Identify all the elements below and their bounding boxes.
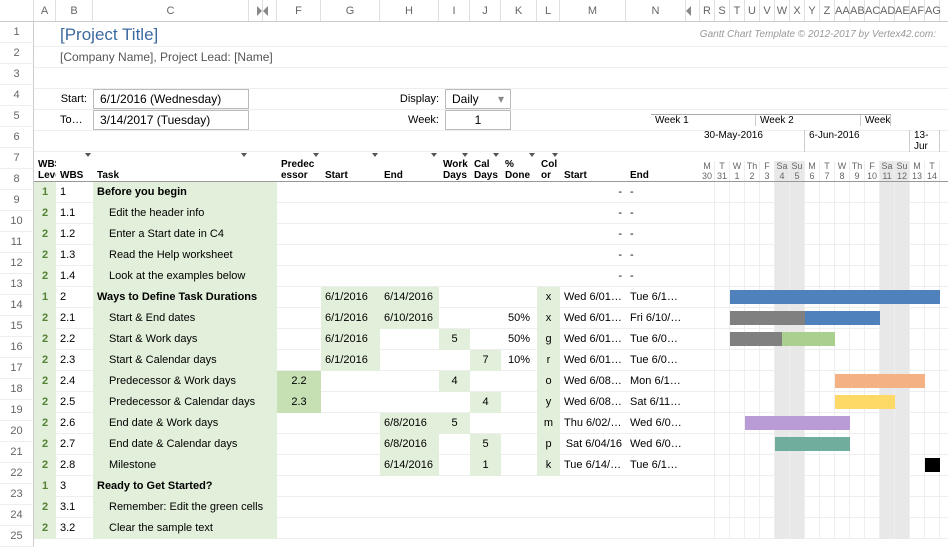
row-numbers: 1234567891011121314151617181920212223242… xyxy=(0,22,34,547)
task-row[interactable]: 21.4Look at the examples below-- xyxy=(34,266,948,287)
task-row[interactable]: 22.1Start & End dates6/1/20166/10/201650… xyxy=(34,308,948,329)
task-row[interactable]: 21.3Read the Help worksheet-- xyxy=(34,245,948,266)
column-headers: ABCFGHIJKLMNRSTUVWXYZAAABACADAEAFAG xyxy=(0,0,948,22)
task-row[interactable]: 11Before you begin-- xyxy=(34,182,948,203)
task-row[interactable]: 22.3Start & Calendar days6/1/2016710%rWe… xyxy=(34,350,948,371)
task-row[interactable]: 21.2Enter a Start date in C4-- xyxy=(34,224,948,245)
display-dropdown[interactable]: Daily▾ xyxy=(445,89,511,109)
start-date-input[interactable]: 6/1/2016 (Wednesday) xyxy=(93,89,249,109)
task-row[interactable]: 22.8Milestone6/14/20161kTue 6/14/16Tue 6… xyxy=(34,455,948,476)
task-row[interactable]: 22.5Predecessor & Calendar days2.34yWed … xyxy=(34,392,948,413)
task-row[interactable]: 22.6End date & Work days6/8/20165mThu 6/… xyxy=(34,413,948,434)
task-row[interactable]: 21.1Edit the header info-- xyxy=(34,203,948,224)
task-row[interactable]: 13Ready to Get Started? xyxy=(34,476,948,497)
task-row[interactable]: 22.4Predecessor & Work days2.24oWed 6/08… xyxy=(34,371,948,392)
spreadsheet-content: [Project Title]Gantt Chart Template © 20… xyxy=(34,22,948,539)
task-row[interactable]: 23.1Remember: Edit the green cells xyxy=(34,497,948,518)
task-row[interactable]: 22.2Start & Work days6/1/2016550%gWed 6/… xyxy=(34,329,948,350)
task-row[interactable]: 12Ways to Define Task Durations6/1/20166… xyxy=(34,287,948,308)
task-row[interactable]: 23.2Clear the sample text xyxy=(34,518,948,539)
week-input[interactable]: 1 xyxy=(445,110,511,130)
today-date-input[interactable]: 3/14/2017 (Tuesday) xyxy=(93,110,249,130)
task-row[interactable]: 22.7End date & Calendar days6/8/20165pSa… xyxy=(34,434,948,455)
